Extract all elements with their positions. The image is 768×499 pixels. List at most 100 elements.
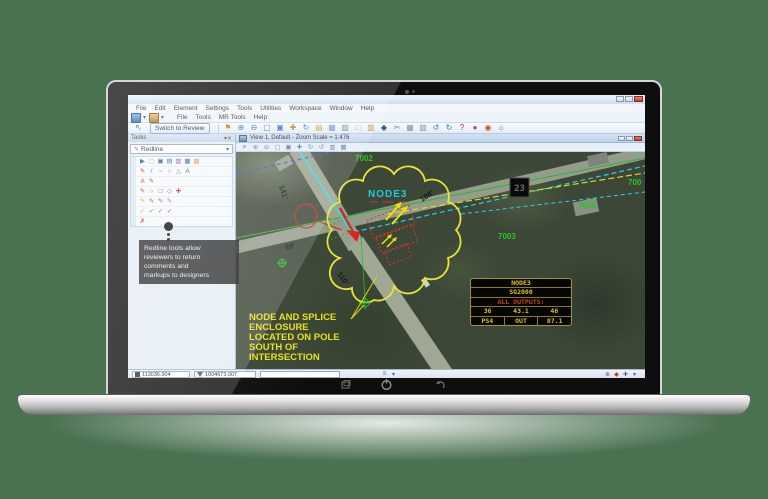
redline-diamond-icon[interactable]: ◇ [165, 187, 174, 196]
coordinate-x-field[interactable]: 113036.904 [132, 371, 190, 378]
view-undo-icon[interactable]: ↺ [316, 143, 327, 151]
approve-green-icon[interactable]: ✓ [147, 207, 156, 216]
minimize-button[interactable] [616, 96, 624, 102]
select-block-icon[interactable]: ▣ [156, 157, 165, 166]
menu-item[interactable]: File [132, 105, 150, 112]
menu-item[interactable]: Edit [150, 105, 169, 112]
globe-icon[interactable]: ● [469, 123, 482, 133]
markers-caret-icon[interactable]: ▾ [161, 114, 164, 121]
zoom-in-icon[interactable]: ⊕ [235, 123, 248, 133]
view-minimize-button[interactable] [618, 135, 625, 141]
paste-icon[interactable]: ▧ [417, 123, 430, 133]
settings-icon[interactable]: ☼ [495, 123, 508, 133]
menu-item[interactable]: Element [170, 105, 202, 112]
place-freehand-icon[interactable]: ✎ [138, 167, 147, 176]
camera-icon[interactable]: ◉ [482, 123, 495, 133]
view-zoom-out-icon[interactable]: ⊖ [261, 143, 272, 151]
view-close-button[interactable] [634, 135, 642, 141]
status-menu-icon[interactable]: ≡ [380, 371, 389, 378]
view-tab-label[interactable]: View 1, Default - Zoom Scale = 1:476 [250, 135, 642, 141]
view-fit-icon[interactable]: ▣ [283, 143, 294, 151]
save-file-icon[interactable]: ◆ [378, 123, 391, 133]
element-selection-icon[interactable]: ↖ [132, 123, 145, 133]
place-curve-icon[interactable]: ~ [156, 167, 165, 176]
coordinate-y-field[interactable]: 1004673.007 [194, 371, 256, 378]
undo-icon[interactable]: ↺ [430, 123, 443, 133]
menu-item[interactable]: Settings [202, 105, 234, 112]
redo-icon[interactable]: ↻ [443, 123, 456, 133]
close-button[interactable] [634, 96, 643, 102]
back-icon[interactable] [434, 379, 446, 391]
active-tool-icon[interactable] [131, 112, 141, 123]
approve-yellow-icon[interactable]: ✓ [138, 207, 147, 216]
redline-box-icon[interactable]: □ [156, 187, 165, 196]
approve-purple-icon[interactable]: ✓ [165, 207, 174, 216]
select-previous-icon[interactable]: ▧ [192, 157, 201, 166]
place-circle-icon[interactable]: ○ [165, 167, 174, 176]
markers-tool-icon[interactable] [149, 112, 160, 123]
locks-icon[interactable]: ✚ [621, 371, 630, 378]
place-text-icon[interactable]: A [183, 167, 192, 176]
highlighter-red-icon[interactable]: ✎ [147, 197, 156, 206]
snaps-icon[interactable]: ◆ [612, 371, 621, 378]
open-file-icon[interactable]: ▥ [365, 123, 378, 133]
view-rotate-icon[interactable]: ↻ [305, 143, 316, 151]
highlighter-pink-icon[interactable]: ✎ [165, 197, 174, 206]
view-copy-icon[interactable]: ▥ [327, 143, 338, 151]
pan-view-icon[interactable]: ✚ [287, 123, 300, 133]
select-all-icon[interactable]: ▦ [183, 157, 192, 166]
edit-text-icon[interactable]: ✎ [147, 177, 156, 186]
panel-pin-icon[interactable]: ▾✕ [224, 135, 232, 142]
view-window-area-icon[interactable]: ▢ [272, 143, 283, 151]
map-viewport[interactable]: 23 141' 188' 88' 110' NODE3 7002 700 700… [236, 152, 645, 369]
redline-ellipse-icon[interactable]: ○ [147, 187, 156, 196]
tool-caret-icon[interactable]: ▾ [143, 114, 146, 121]
switch-to-review-button[interactable]: Switch to Review [150, 122, 210, 134]
references-icon[interactable]: ▦ [326, 123, 339, 133]
menu-item[interactable]: Tools [233, 105, 256, 112]
view-attributes-icon[interactable]: ≡ [239, 144, 250, 151]
new-file-icon[interactable]: □ [352, 123, 365, 133]
submenu-item[interactable]: Tools [192, 114, 215, 121]
menu-item[interactable]: Help [357, 105, 378, 112]
windows-icon[interactable] [340, 379, 352, 391]
approve-blue-icon[interactable]: ✓ [156, 207, 165, 216]
highlighter-blue-icon[interactable]: ✎ [156, 197, 165, 206]
menu-item[interactable]: Window [326, 105, 357, 112]
status-dropdown-icon[interactable]: ▾ [630, 371, 639, 378]
submenu-item[interactable]: Help [250, 114, 271, 121]
cut-icon[interactable]: ✂ [391, 123, 404, 133]
select-circle-icon[interactable]: ▥ [174, 157, 183, 166]
submenu-item[interactable]: MR Tools [215, 114, 250, 121]
window-area-icon[interactable]: ▢ [261, 123, 274, 133]
view-pan-icon[interactable]: ✚ [294, 143, 305, 151]
status-caret-icon[interactable]: ▾ [389, 371, 398, 378]
menu-item[interactable]: Workspace [285, 105, 325, 112]
place-triangle-icon[interactable]: △ [174, 167, 183, 176]
reject-icon[interactable]: ✗ [138, 217, 147, 226]
view-zoom-in-icon[interactable]: ⊕ [250, 143, 261, 151]
view-modes-icon[interactable]: ▦ [338, 143, 349, 151]
view-maximize-button[interactable] [626, 135, 633, 141]
zoom-out-icon[interactable]: ⊖ [248, 123, 261, 133]
text-tool-icon[interactable]: A [138, 177, 147, 186]
copy-icon[interactable]: ▦ [404, 123, 417, 133]
aux-coord-icon[interactable]: ⊕ [603, 371, 612, 378]
submenu-item[interactable]: File [173, 114, 191, 121]
redline-pen-icon[interactable]: ✎ [138, 187, 147, 196]
models-icon[interactable]: ▤ [313, 123, 326, 133]
raster-manager-icon[interactable]: ▨ [339, 123, 352, 133]
workflow-dropdown[interactable]: ✎ Redline ▾ [130, 144, 233, 154]
redline-cross-icon[interactable]: ✚ [174, 187, 183, 196]
review-flag-icon[interactable]: ⚑ [222, 123, 235, 133]
fit-view-icon[interactable]: ▣ [274, 123, 287, 133]
place-line-icon[interactable]: / [147, 167, 156, 176]
highlighter-yellow-icon[interactable]: ✎ [138, 197, 147, 206]
maximize-button[interactable] [625, 96, 633, 102]
rotate-view-icon[interactable]: ↻ [300, 123, 313, 133]
menu-item[interactable]: Utilities [256, 105, 285, 112]
power-icon[interactable] [380, 378, 393, 391]
help-icon[interactable]: ? [456, 123, 469, 133]
select-shape-icon[interactable]: ▤ [165, 157, 174, 166]
select-element-icon[interactable]: ▶ [138, 157, 147, 166]
